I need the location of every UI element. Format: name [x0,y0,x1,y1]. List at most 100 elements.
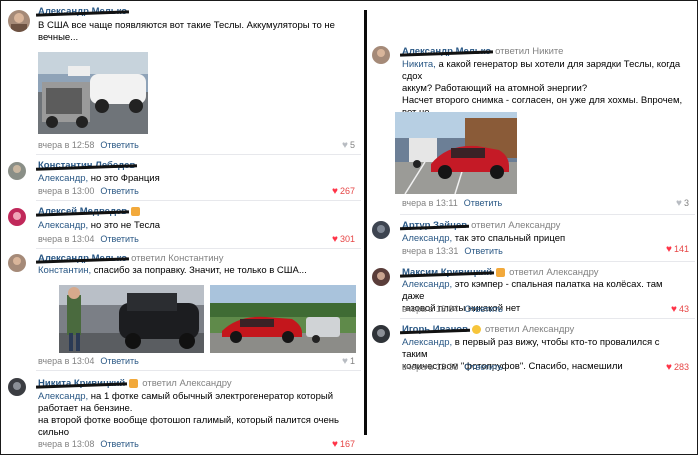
comment-photo[interactable] [38,52,148,134]
reply-address[interactable]: Никита, [402,59,436,70]
like-button[interactable]: ♥ 283 [666,362,689,373]
reply-button[interactable]: Ответить [100,439,138,449]
comment-time[interactable]: вчера в 13:08 [38,439,94,449]
divider [400,318,695,319]
emoji-icon [496,267,506,277]
reply-address[interactable]: Александр, [402,279,452,290]
heart-icon: ♥ [666,362,672,373]
like-button[interactable]: ♥ 267 [332,186,355,197]
comment-time[interactable]: вчера в 13:11 [402,198,458,208]
column-divider [364,10,367,435]
reply-address[interactable]: Александр, [38,391,88,402]
like-count: 167 [339,439,355,449]
like-count: 5 [349,140,355,150]
divider [400,214,695,215]
avatar[interactable] [372,268,390,286]
reply-button[interactable]: Ответить [100,140,138,150]
like-count: 1 [349,356,355,366]
comment: Игорь Иванов ответил Александру Александр… [370,321,695,377]
comment-author[interactable]: Константин Лебедев [38,160,135,171]
comment-photo[interactable] [59,285,204,353]
like-count: 301 [339,234,355,244]
emoji-icon [471,324,481,334]
reply-button[interactable]: Ответить [100,356,138,366]
comment-time[interactable]: вчера в 13:35 [402,362,458,372]
reply-button[interactable]: Ответить [464,304,502,314]
like-button[interactable]: ♥ 141 [666,244,689,255]
comment-text: спасибо за поправку. Значит, не только в… [91,265,307,276]
reply-button[interactable]: Ответить [464,362,502,372]
divider [36,154,361,155]
like-button[interactable]: ♥ 43 [671,304,689,315]
reply-to-label[interactable]: ответил Александру [142,378,231,389]
emoji-icon [131,206,141,216]
heart-icon: ♥ [342,356,348,367]
comment-author[interactable]: Никита Кривицкий [38,378,125,389]
like-button[interactable]: ♥ 167 [332,439,355,450]
divider [36,248,361,249]
reply-button[interactable]: Ответить [100,186,138,196]
reply-address[interactable]: Александр, [402,233,452,244]
comment-text: аккум? Работающий на атомной энергии? [402,83,588,94]
comment-author[interactable]: Александр Мелько [402,46,491,57]
reply-to-label[interactable]: ответил Александру [509,267,598,278]
like-count: 141 [673,244,689,254]
reply-button[interactable]: Ответить [100,234,138,244]
comment-author[interactable]: Александр Мелько [38,6,127,17]
avatar[interactable] [8,254,26,272]
comment-time[interactable]: вчера в 13:04 [38,234,94,244]
like-button[interactable]: ♥ 3 [676,198,689,209]
comment-text: сильно [38,427,70,438]
like-button[interactable]: ♥ 301 [332,234,355,245]
comment-time[interactable]: вчера в 13:34 [402,304,458,314]
comment-time[interactable]: вчера в 12:58 [38,140,94,150]
comment-author[interactable]: Игорь Иванов [402,324,468,335]
heart-icon: ♥ [342,140,348,151]
reply-address[interactable]: Александр, [38,220,88,231]
comment-photo[interactable] [210,285,356,353]
comment-author[interactable]: Максим Кривицкий [402,267,492,278]
comment-text: на второй фотке вообще фотошоп галимый, … [38,415,339,426]
comment: Максим Кривицкий ответил Александру Алекс… [370,264,695,318]
comment: Никита Кривицкий ответил Александру Алекс… [6,374,361,454]
comment-author[interactable]: Александр Мелько [38,253,127,264]
reply-to-label[interactable]: ответил Никите [495,46,563,57]
avatar[interactable] [8,162,26,180]
reply-button[interactable]: Ответить [464,246,502,256]
comment-photo[interactable] [395,112,517,194]
reply-to-label[interactable]: ответил Александру [471,220,560,231]
like-count: 3 [683,198,689,208]
heart-icon: ♥ [676,198,682,209]
avatar[interactable] [372,221,390,239]
comment-author[interactable]: Алексей Медведев [38,206,127,217]
avatar[interactable] [372,46,390,64]
reply-address[interactable]: Константин, [38,265,91,276]
like-button[interactable]: ♥ 5 [342,140,355,151]
reply-address[interactable]: Александр, [38,173,88,184]
reply-to-label[interactable]: ответил Александру [485,324,574,335]
comment-text: так это спальный прицеп [452,233,566,244]
avatar[interactable] [8,208,26,226]
heart-icon: ♥ [671,304,677,315]
like-count: 43 [678,304,689,314]
comment-author[interactable]: Артур Зайцев [402,220,467,231]
comment-text: В США все чаще появляются вот такие Тесл… [38,20,335,31]
comment: Александр Мелько ответил Константину Конс… [6,252,361,370]
avatar[interactable] [8,378,26,396]
heart-icon: ♥ [332,186,338,197]
comment-time[interactable]: вчера в 13:04 [38,356,94,366]
comment-time[interactable]: вчера в 13:00 [38,186,94,196]
heart-icon: ♥ [666,244,672,255]
reply-to-label[interactable]: ответил Константину [131,253,223,264]
comment-text: на 1 фотке самый обычный электрогенерато… [88,391,334,402]
heart-icon: ♥ [332,439,338,450]
reply-button[interactable]: Ответить [464,198,502,208]
avatar[interactable] [372,325,390,343]
avatar[interactable] [8,10,30,32]
reply-address[interactable]: Александр, [402,337,452,348]
like-count: 283 [673,362,689,372]
comment-time[interactable]: вчера в 13:31 [402,246,458,256]
comment-text: а какой генератор вы хотели для зарядки … [402,59,681,82]
like-button[interactable]: ♥ 1 [342,356,355,367]
heart-icon: ♥ [332,234,338,245]
